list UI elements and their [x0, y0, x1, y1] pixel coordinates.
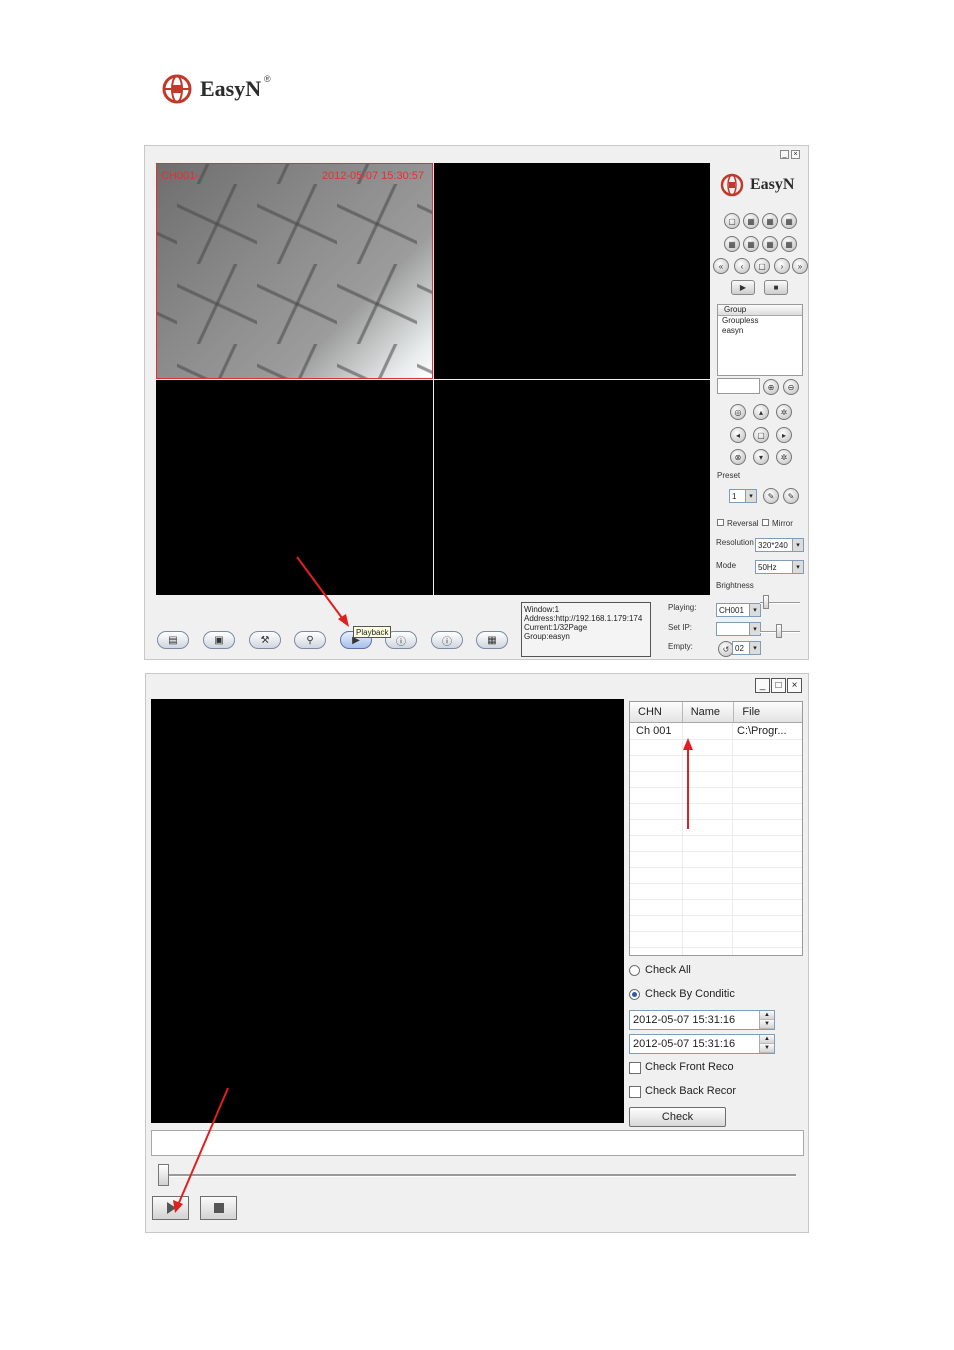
arrow-to-play-button — [173, 1087, 229, 1213]
arrow-to-playback — [296, 556, 349, 627]
annotation-overlay — [173, 556, 693, 1213]
arrow-to-record-row — [683, 738, 693, 829]
